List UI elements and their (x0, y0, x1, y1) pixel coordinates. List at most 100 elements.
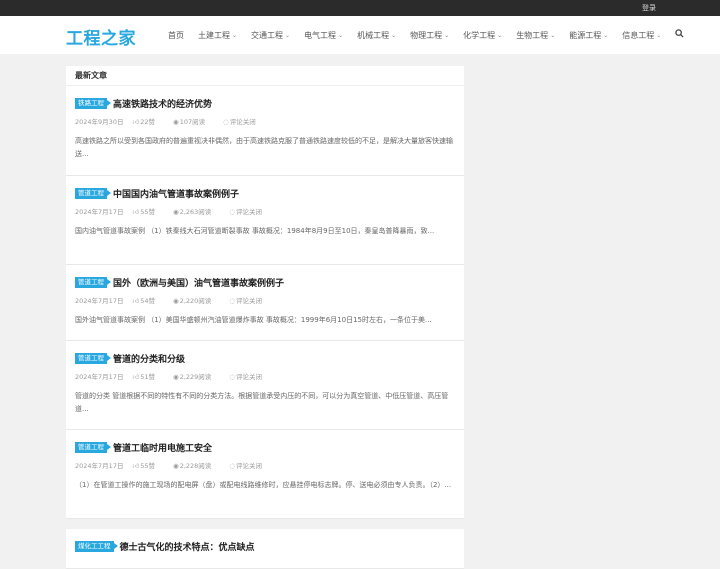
views-count: 107阅读 (179, 118, 206, 126)
post-date: 2024年7月17日 (75, 297, 124, 305)
likes: 👍︎54赞 (132, 295, 164, 305)
list-item: 管道工程 管道工临时用电施工安全 2024年7月17日 👍︎55赞 ◉2,228… (66, 430, 464, 519)
post-title[interactable]: 国外（欧洲与美国）油气管道事故案例例子 (113, 276, 284, 289)
thumbs-up-icon: 👍︎ (132, 373, 140, 381)
thumbs-up-icon: 👍︎ (132, 208, 140, 216)
nav-label: 物理工程 (410, 30, 443, 40)
post-excerpt: 国外油气管道事故案例 （1）美国华盛顿州汽油管道爆炸事故 事故概况：1999年6… (75, 316, 432, 324)
list-item: 管道工程 国外（欧洲与美国）油气管道事故案例例子 2024年7月17日 👍︎54… (66, 265, 464, 341)
eye-icon: ◉ (173, 208, 179, 216)
views: ◉2,229阅读 (173, 371, 220, 381)
comments-status: 评论关闭 (235, 462, 262, 470)
category-badge[interactable]: 管道工程 (75, 188, 111, 199)
nav-label: 机械工程 (357, 30, 390, 40)
category-badge[interactable]: 管道工程 (75, 353, 111, 364)
likes-count: 55赞 (140, 208, 156, 216)
comment-icon: ◌ (229, 208, 235, 216)
list-item: 管道工程 中国国内油气管道事故案例例子 2024年7月17日 👍︎55赞 ◉2,… (66, 176, 464, 265)
nav-item-energy[interactable]: 能源工程 ⌄ (569, 30, 608, 41)
post-meta: 2024年7月17日 👍︎54赞 ◉2,220阅读 ◌评论关闭 (75, 295, 455, 305)
likes-count: 55赞 (140, 462, 156, 470)
chevron-down-icon: ⌄ (338, 31, 344, 39)
post-date: 2024年9月30日 (75, 118, 124, 126)
main-nav: 首页 土建工程 ⌄ 交通工程 ⌄ 电气工程 ⌄ 机械工程 ⌄ 物理工程 ⌄ 化学工程 ⌄ 生… (168, 16, 684, 54)
nav-item-info[interactable]: 信息工程 ⌄ (622, 30, 661, 41)
post-date: 2024年7月17日 (75, 462, 124, 470)
nav-item-traffic[interactable]: 交通工程 ⌄ (251, 30, 290, 41)
post-meta: 2024年7月17日 👍︎55赞 ◉2,263阅读 ◌评论关闭 (75, 206, 455, 216)
post-title[interactable]: 德士古气化的技术特点：优点缺点 (120, 540, 255, 553)
section-title: 最新文章 (66, 66, 464, 86)
nav-item-bio[interactable]: 生物工程 ⌄ (516, 30, 555, 41)
eye-icon: ◉ (173, 462, 179, 470)
nav-label: 首页 (168, 30, 184, 40)
eye-icon: ◉ (173, 373, 179, 381)
thumbs-up-icon: 👍︎ (132, 118, 140, 126)
chevron-down-icon: ⌄ (550, 31, 556, 39)
nav-label: 能源工程 (569, 30, 602, 40)
site-header: 工程之家 首页 土建工程 ⌄ 交通工程 ⌄ 电气工程 ⌄ 机械工程 ⌄ 物理工程 ⌄ 化学… (0, 16, 720, 54)
search-icon[interactable] (675, 29, 684, 41)
category-badge[interactable]: 煤化工工程 (75, 541, 117, 552)
post-excerpt: 管道的分类 管道根据不同的特性有不同的分类方法。根据管道承受内压的不同，可以分为… (75, 392, 449, 413)
list-item: 管道工程 管道的分类和分级 2024年7月17日 👍︎51赞 ◉2,229阅读 … (66, 341, 464, 430)
views-count: 2,220阅读 (179, 297, 212, 305)
post-excerpt: 国内油气管道事故案例 （1）铁秦线大石河管道断裂事故 事故概况：1984年8月9… (75, 227, 435, 235)
category-badge[interactable]: 管道工程 (75, 442, 111, 453)
post-title[interactable]: 管道工临时用电施工安全 (113, 441, 212, 454)
chevron-down-icon: ⌄ (497, 31, 503, 39)
login-link[interactable]: 登录 (642, 2, 656, 14)
comment-icon: ◌ (223, 118, 229, 126)
post-title[interactable]: 管道的分类和分级 (113, 352, 185, 365)
likes-count: 51赞 (140, 373, 156, 381)
comment-icon: ◌ (229, 373, 235, 381)
category-badge[interactable]: 管道工程 (75, 277, 111, 288)
category-badge[interactable]: 铁路工程 (75, 98, 111, 109)
comments-status: 评论关闭 (229, 118, 256, 126)
comments-status: 评论关闭 (235, 373, 262, 381)
chevron-down-icon: ⌄ (603, 31, 609, 39)
likes: 👍︎55赞 (132, 206, 164, 216)
likes: 👍︎51赞 (132, 371, 164, 381)
latest-posts: 最新文章 铁路工程 高速铁路技术的经济优势 2024年9月30日 👍︎22赞 ◉… (66, 66, 464, 569)
comments-status: 评论关闭 (235, 208, 262, 216)
nav-item-chemical[interactable]: 化学工程 ⌄ (463, 30, 502, 41)
nav-item-physics[interactable]: 物理工程 ⌄ (410, 30, 449, 41)
chevron-down-icon: ⌄ (656, 31, 662, 39)
post-meta: 2024年7月17日 👍︎51赞 ◉2,229阅读 ◌评论关闭 (75, 371, 455, 381)
chevron-down-icon: ⌄ (285, 31, 291, 39)
views-count: 2,263阅读 (179, 208, 212, 216)
chevron-down-icon: ⌄ (391, 31, 397, 39)
comments: ◌评论关闭 (229, 295, 271, 305)
nav-label: 交通工程 (251, 30, 284, 40)
views: ◉2,220阅读 (173, 295, 220, 305)
nav-item-home[interactable]: 首页 (168, 30, 184, 41)
comment-icon: ◌ (229, 297, 235, 305)
nav-label: 土建工程 (198, 30, 230, 40)
nav-label: 生物工程 (516, 30, 549, 40)
likes-count: 54赞 (140, 297, 156, 305)
nav-item-electrical[interactable]: 电气工程 ⌄ (304, 30, 343, 41)
comments: ◌评论关闭 (229, 460, 271, 470)
post-meta: 2024年9月30日 👍︎22赞 ◉107阅读 ◌评论关闭 (75, 116, 455, 126)
comments-status: 评论关闭 (235, 297, 262, 305)
likes-count: 22赞 (140, 118, 156, 126)
views: ◉107阅读 (173, 116, 214, 126)
views-count: 2,229阅读 (179, 373, 212, 381)
post-title[interactable]: 高速铁路技术的经济优势 (113, 97, 212, 110)
nav-item-mechanical[interactable]: 机械工程 ⌄ (357, 30, 396, 41)
post-title[interactable]: 中国国内油气管道事故案例例子 (113, 187, 239, 200)
post-meta: 2024年7月17日 👍︎55赞 ◉2,228阅读 ◌评论关闭 (75, 460, 455, 470)
nav-label: 信息工程 (622, 30, 655, 40)
chevron-down-icon: ⌄ (444, 31, 450, 39)
comments: ◌评论关闭 (223, 116, 265, 126)
nav-label: 化学工程 (463, 30, 496, 40)
site-logo[interactable]: 工程之家 (66, 24, 136, 49)
views: ◉2,228阅读 (173, 460, 220, 470)
comments: ◌评论关闭 (229, 371, 271, 381)
nav-item-civil[interactable]: 土建工程 ⌄ (198, 30, 237, 41)
list-item: 煤化工工程 德士古气化的技术特点：优点缺点 (66, 529, 464, 569)
thumbs-up-icon: 👍︎ (132, 462, 140, 470)
post-excerpt: （1）在管道工操作的施工现场的配电屏（盘）或配电线路维修时，应悬挂停电标志牌。停… (75, 481, 452, 489)
views: ◉2,263阅读 (173, 206, 220, 216)
